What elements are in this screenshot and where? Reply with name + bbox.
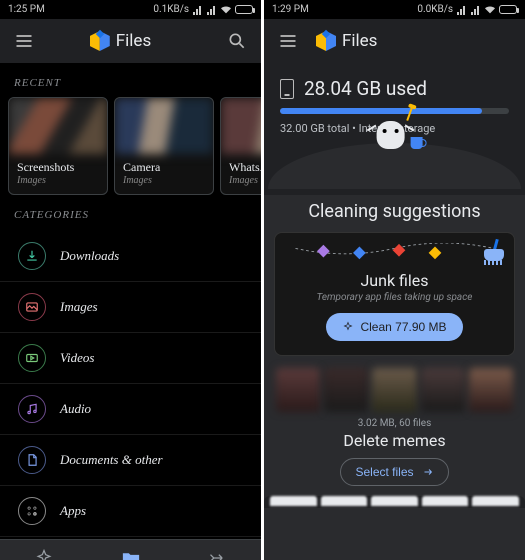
video-icon [18, 344, 46, 372]
recent-sub: Images [229, 175, 261, 186]
menu-button[interactable] [12, 29, 36, 53]
storage-progress [280, 108, 509, 114]
select-memes-button[interactable]: Select files [340, 458, 448, 486]
next-card-peek [264, 496, 525, 508]
app-bar: Files [264, 19, 525, 63]
status-bar: 1:29 PM 0.0KB/s [264, 0, 525, 19]
files-logo-icon [316, 31, 336, 51]
status-time: 1:25 PM [8, 4, 45, 15]
hamburger-icon [14, 31, 34, 51]
category-images[interactable]: Images [0, 282, 261, 333]
category-label: Images [60, 299, 98, 315]
audio-icon [18, 395, 46, 423]
meme-thumb [469, 368, 513, 412]
app-brand: Files [316, 31, 513, 51]
junk-title: Junk files [287, 271, 502, 290]
app-bar: Files [0, 19, 261, 63]
sparkle-icon [34, 548, 54, 560]
recent-thumb [9, 98, 107, 154]
app-brand: Files [46, 31, 195, 51]
memes-title: Delete memes [274, 431, 515, 450]
nav-browse[interactable]: Browse [87, 540, 174, 560]
memes-thumbs[interactable] [276, 368, 513, 412]
category-videos[interactable]: Videos [0, 333, 261, 384]
wave-divider [268, 143, 521, 189]
arrow-right-icon [422, 466, 434, 478]
memes-meta: 3.02 MB, 60 files [274, 418, 515, 429]
storage-progress-fill [280, 108, 482, 114]
storage-used: 28.04 GB used [304, 77, 427, 100]
app-title: Files [116, 31, 151, 51]
meme-thumb [372, 368, 416, 412]
folder-icon [121, 548, 141, 560]
category-label: Videos [60, 350, 94, 366]
wifi-icon [485, 5, 495, 15]
category-documents[interactable]: Documents & other [0, 435, 261, 486]
recent-card-whatsapp[interactable]: WhatsAp Images [220, 97, 261, 195]
battery-icon [499, 5, 517, 14]
junk-subtitle: Temporary app files taking up space [287, 292, 502, 303]
categories-heading: CATEGORIES [0, 195, 261, 229]
phone-storage-icon [280, 79, 294, 99]
nav-share[interactable]: Share [174, 540, 261, 560]
meme-thumb [276, 368, 320, 412]
status-time: 1:29 PM [272, 4, 309, 15]
download-icon [18, 242, 46, 270]
recent-heading: RECENT [0, 63, 261, 97]
junk-files-card[interactable]: Junk files Temporary app files taking up… [274, 232, 515, 356]
search-button[interactable] [225, 29, 249, 53]
status-net: 0.0KB/s [417, 4, 453, 15]
mascot-icon [376, 121, 422, 149]
battery-icon [235, 5, 253, 14]
hamburger-icon [278, 31, 298, 51]
categories-list: Downloads Images Videos Audio Documents … [0, 229, 261, 539]
recent-sub: Images [17, 175, 99, 186]
cleaning-title: Cleaning suggestions [274, 195, 515, 232]
share-icon [208, 548, 228, 560]
clean-junk-button[interactable]: Clean 77.90 MB [326, 313, 462, 341]
clean-junk-label: Clean 77.90 MB [360, 320, 446, 334]
status-bar: 1:25 PM 0.1KB/s [0, 0, 261, 19]
menu-button[interactable] [276, 29, 300, 53]
status-net: 0.1KB/s [153, 4, 189, 15]
recent-title: Camera [123, 160, 205, 175]
recent-thumb [221, 98, 261, 154]
signal-icon [471, 5, 481, 15]
category-label: Documents & other [60, 452, 163, 468]
signal-icon [457, 5, 467, 15]
recent-title: Screenshots [17, 160, 99, 175]
phone-left-browse: 1:25 PM 0.1KB/s Files RECENT Screenshots [0, 0, 261, 560]
search-icon [227, 31, 247, 51]
recent-thumb [115, 98, 213, 154]
recent-row[interactable]: Screenshots Images Camera Images WhatsAp… [0, 97, 261, 195]
image-icon [18, 293, 46, 321]
category-label: Downloads [60, 248, 119, 264]
phone-right-clean: 1:29 PM 0.0KB/s Files 28.04 GB used [264, 0, 525, 560]
document-icon [18, 446, 46, 474]
storage-panel[interactable]: 28.04 GB used 32.00 GB total • Internal … [264, 63, 525, 197]
category-label: Apps [60, 503, 86, 519]
recent-title: WhatsAp [229, 160, 261, 175]
bottom-nav: Clean Browse Share [0, 539, 261, 560]
category-apps[interactable]: Apps [0, 486, 261, 537]
select-memes-label: Select files [355, 465, 413, 479]
nav-clean[interactable]: Clean [0, 540, 87, 560]
category-audio[interactable]: Audio [0, 384, 261, 435]
category-label: Audio [60, 401, 91, 417]
wifi-icon [221, 5, 231, 15]
recent-card-camera[interactable]: Camera Images [114, 97, 214, 195]
signal-icon [207, 5, 217, 15]
recent-card-screenshots[interactable]: Screenshots Images [8, 97, 108, 195]
files-logo-icon [90, 31, 110, 51]
app-title: Files [342, 31, 377, 51]
sparkle-icon [342, 321, 354, 333]
garland-icon [285, 243, 504, 261]
apps-icon [18, 497, 46, 525]
signal-icon [193, 5, 203, 15]
recent-sub: Images [123, 175, 205, 186]
brush-icon [480, 239, 506, 265]
category-downloads[interactable]: Downloads [0, 231, 261, 282]
meme-thumb [421, 368, 465, 412]
meme-thumb [324, 368, 368, 412]
